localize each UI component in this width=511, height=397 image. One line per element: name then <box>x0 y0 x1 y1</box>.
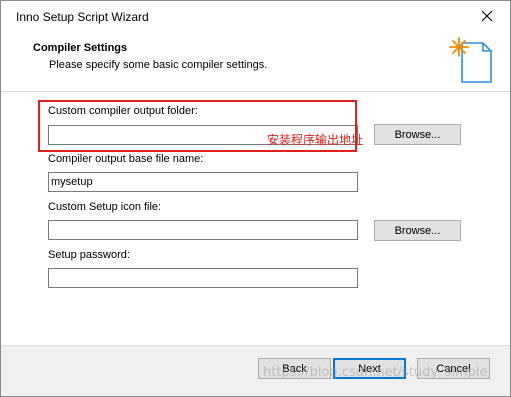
title-bar: Inno Setup Script Wizard <box>1 1 510 31</box>
window-title: Inno Setup Script Wizard <box>16 10 149 24</box>
wizard-document-icon <box>449 37 492 83</box>
password-field[interactable] <box>48 268 358 288</box>
page-title: Compiler Settings <box>33 42 128 54</box>
base-file-name-label: Compiler output base file name: <box>48 153 204 165</box>
password-label: Setup password: <box>48 249 130 261</box>
header-divider <box>1 91 510 92</box>
base-file-name-value: mysetup <box>51 176 93 188</box>
close-icon <box>481 10 493 22</box>
browse-output-button[interactable]: Browse... <box>374 124 461 145</box>
wizard-window: Inno Setup Script Wizard Compiler Settin… <box>0 0 511 397</box>
close-button[interactable] <box>464 1 510 31</box>
icon-file-field[interactable] <box>48 220 358 240</box>
icon-file-label: Custom Setup icon file: <box>48 201 162 213</box>
watermark: https://blog.csdn.net/study_simple <box>263 365 488 380</box>
browse-icon-button[interactable]: Browse... <box>374 220 461 241</box>
page-subtitle: Please specify some basic compiler setti… <box>49 59 268 71</box>
annotation-text: 安装程序输出地址 <box>267 133 364 147</box>
wizard-header: Compiler Settings Please specify some ba… <box>1 31 510 91</box>
base-file-name-field[interactable]: mysetup <box>48 172 358 192</box>
